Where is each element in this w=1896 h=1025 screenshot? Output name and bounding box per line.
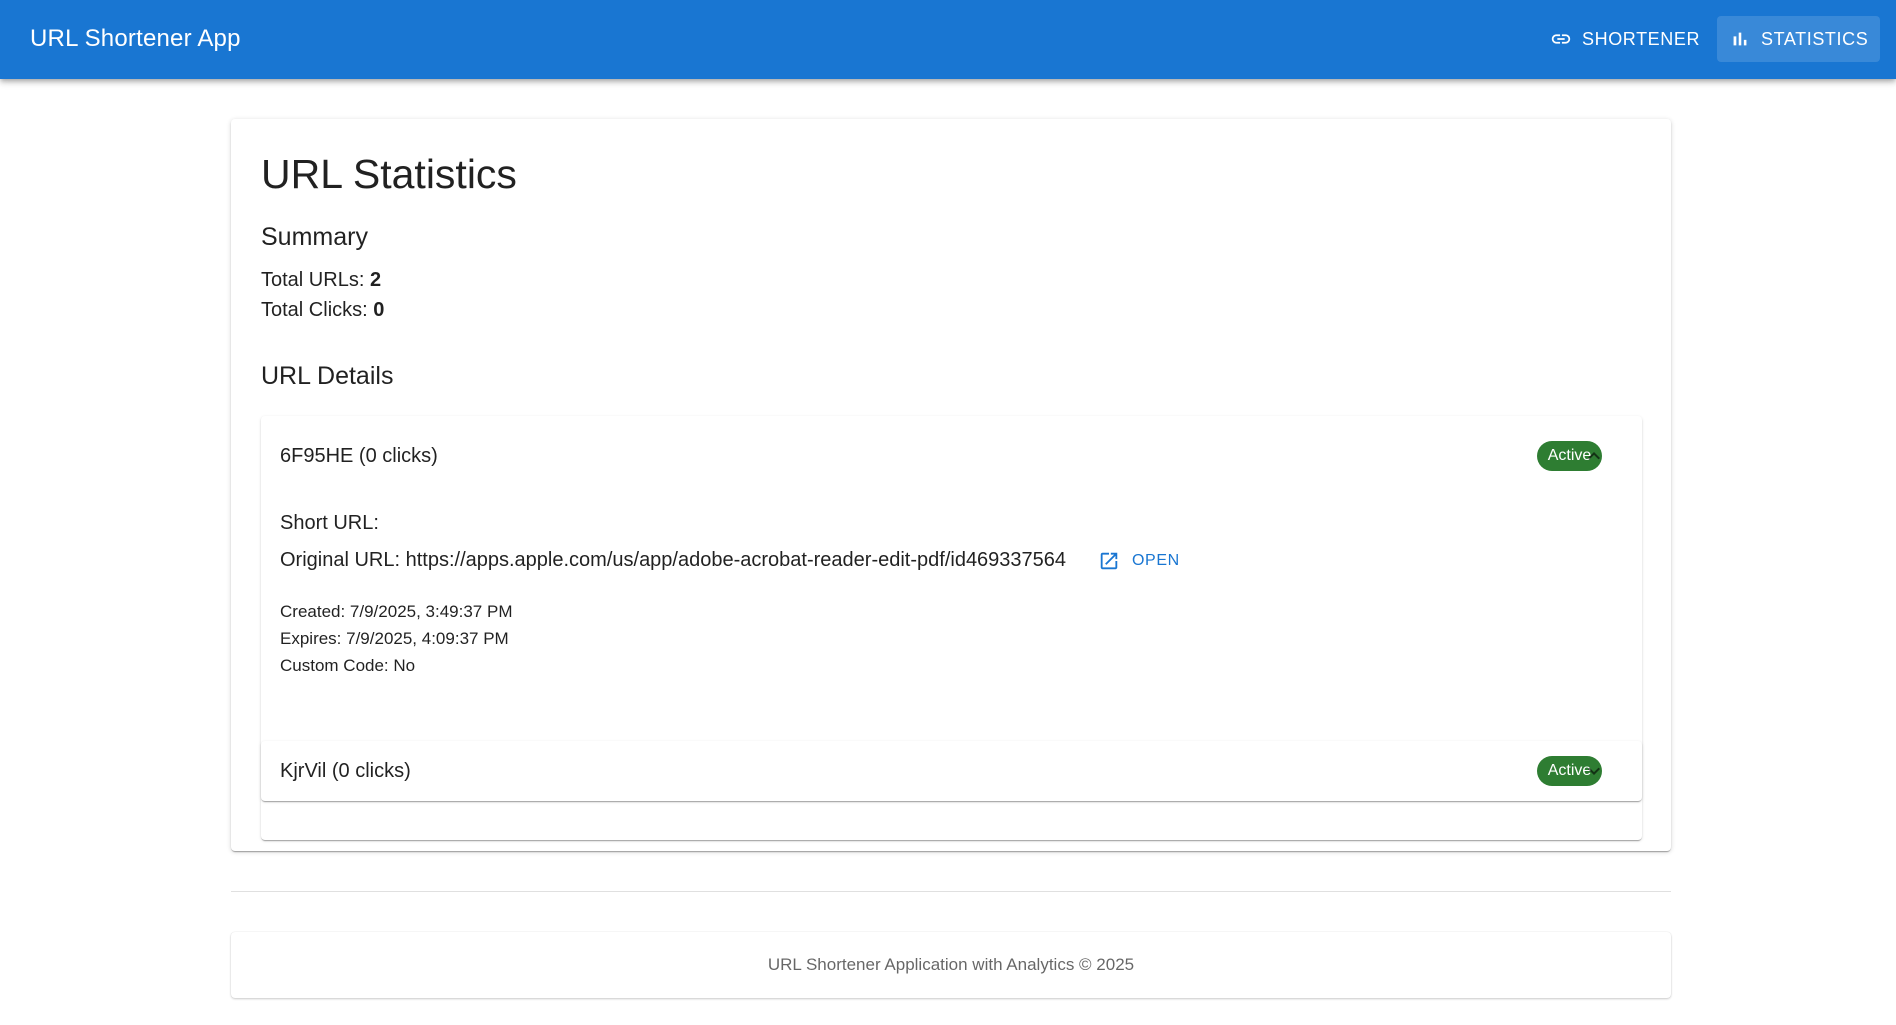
nav-statistics-label: STATISTICS (1761, 28, 1869, 49)
open-label: OPEN (1132, 552, 1180, 569)
total-clicks-value: 0 (373, 299, 385, 321)
custom-code-text: Custom Code: No (280, 656, 416, 675)
footer-text: URL Shortener Application with Analytics… (767, 955, 1135, 974)
expires-text: Expires: 7/9/2025, 4:09:37 PM (280, 629, 509, 648)
original-url-text: Original URL: https://apps.apple.com/us/… (280, 549, 1067, 571)
nav-shortener-label: SHORTENER (1582, 28, 1701, 49)
url-code-header: KjrVil (0 clicks) (280, 760, 411, 782)
total-urls-value: 2 (369, 269, 382, 291)
app-bar: URL Shortener App SHORTENER STATISTICS (0, 0, 1896, 79)
created-text: Created: 7/9/2025, 3:49:37 PM (280, 602, 513, 621)
summary-heading: Summary (261, 223, 368, 251)
nav-statistics-button[interactable]: STATISTICS (1717, 16, 1881, 62)
total-urls-line: Total URLs: 2 (261, 267, 381, 293)
chevron-up-icon[interactable] (1582, 444, 1606, 468)
page-title: URL Statistics (261, 151, 517, 197)
url-details-heading: URL Details (261, 362, 394, 390)
open-link[interactable]: OPEN (1098, 550, 1180, 572)
accordion-summary[interactable]: 6F95HE (0 clicks) Active (261, 416, 1642, 496)
app-title: URL Shortener App (30, 25, 241, 52)
url-code-header: 6F95HE (0 clicks) (280, 445, 438, 467)
bar-chart-icon (1733, 32, 1747, 46)
footer: URL Shortener Application with Analytics… (231, 932, 1671, 998)
total-clicks-line: Total Clicks: 0 (261, 297, 384, 323)
statistics-card: URL Statistics Summary Total URLs: 2 Tot… (231, 119, 1671, 851)
total-urls-label: Total URLs: (261, 269, 365, 291)
short-url-label: Short URL: (280, 512, 379, 534)
nav-shortener-button[interactable]: SHORTENER (1538, 16, 1712, 62)
open-in-new-icon (1100, 552, 1118, 570)
chevron-down-icon[interactable] (1582, 759, 1606, 783)
total-clicks-label: Total Clicks: (261, 299, 368, 321)
link-icon (1551, 34, 1571, 44)
url-accordion: KjrVil (0 clicks) Active (261, 741, 1642, 801)
accordion-summary[interactable]: KjrVil (0 clicks) Active (261, 741, 1642, 801)
divider (231, 891, 1671, 892)
